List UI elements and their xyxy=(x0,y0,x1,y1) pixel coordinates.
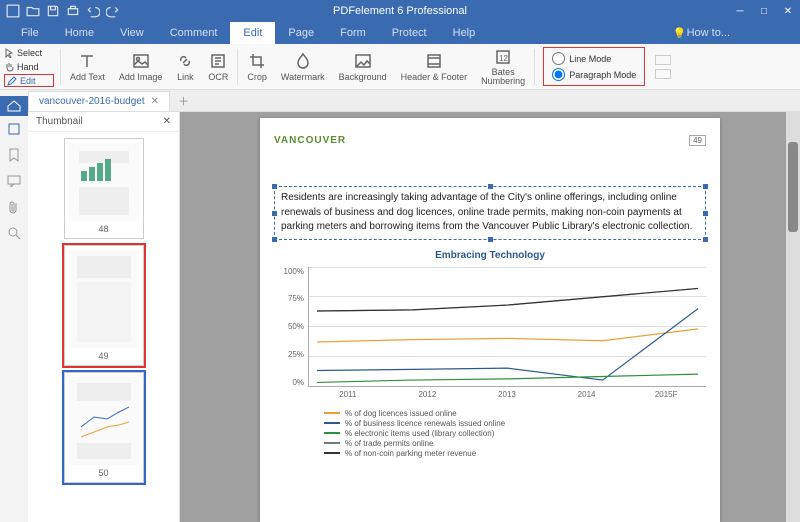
background-button[interactable]: Background xyxy=(332,50,394,84)
hand-tool[interactable]: Hand xyxy=(4,60,54,73)
thumbnail-49[interactable]: 49 xyxy=(64,245,144,366)
menu-comment[interactable]: Comment xyxy=(157,22,231,44)
align-opt-2[interactable] xyxy=(655,69,671,79)
align-opt-1[interactable] xyxy=(655,55,671,65)
home-button[interactable] xyxy=(0,96,28,116)
thumbnail-50[interactable]: 50 xyxy=(64,372,144,483)
howto-link[interactable]: 💡 How to... xyxy=(673,22,730,44)
comment-icon[interactable] xyxy=(4,168,24,194)
chart-legend: % of dog licences issued online% of busi… xyxy=(324,409,706,458)
menu-form[interactable]: Form xyxy=(327,22,379,44)
menubar: File Home View Comment Edit Page Form Pr… xyxy=(0,22,800,44)
iconbar xyxy=(0,90,28,522)
align-options xyxy=(655,55,671,79)
page: VANCOUVER 49 Residents are increasingly … xyxy=(260,118,720,522)
brand-label: VANCOUVER xyxy=(274,135,346,146)
editing-text-box[interactable]: Residents are increasingly taking advant… xyxy=(274,186,706,240)
print-icon[interactable] xyxy=(66,4,80,18)
thumbnail-panel-icon[interactable] xyxy=(4,116,24,142)
new-tab-button[interactable]: ＋ xyxy=(170,93,197,109)
document-tab-label: vancouver-2016-budget xyxy=(39,96,145,107)
menu-file[interactable]: File xyxy=(8,22,52,44)
paragraph-text[interactable]: Residents are increasingly taking advant… xyxy=(281,192,692,232)
attachment-icon[interactable] xyxy=(4,194,24,220)
watermark-button[interactable]: Watermark xyxy=(274,50,332,84)
menu-view[interactable]: View xyxy=(107,22,157,44)
select-tool[interactable]: Select xyxy=(4,46,54,59)
close-button[interactable]: ✕ xyxy=(780,4,796,18)
scrollbar[interactable] xyxy=(786,112,800,522)
maximize-button[interactable]: □ xyxy=(756,4,772,18)
add-text-button[interactable]: Add Text xyxy=(63,50,112,84)
close-thumbnail-icon[interactable]: ✕ xyxy=(163,116,171,127)
thumbnail-title: Thumbnail xyxy=(36,116,83,127)
y-axis: 100% 75% 50% 25% 0% xyxy=(274,267,308,387)
save-icon[interactable] xyxy=(46,4,60,18)
thumbnail-panel: Thumbnail ✕ 48 49 50 xyxy=(28,112,180,522)
redo-icon[interactable] xyxy=(106,4,120,18)
line-mode-radio[interactable]: Line Mode xyxy=(552,52,636,65)
menu-page[interactable]: Page xyxy=(275,22,327,44)
chart: Embracing Technology 100% 75% 50% 25% 0% xyxy=(274,250,706,458)
x-axis: 2011 2012 2013 2014 2015F xyxy=(308,387,706,399)
open-icon[interactable] xyxy=(26,4,40,18)
paragraph-mode-radio[interactable]: Paragraph Mode xyxy=(552,68,636,81)
page-number: 49 xyxy=(689,135,706,146)
plot-area xyxy=(308,267,706,387)
document-tab[interactable]: vancouver-2016-budget ✕ xyxy=(28,91,170,111)
menu-home[interactable]: Home xyxy=(52,22,107,44)
app-title: PDFelement 6 Professional xyxy=(333,5,467,17)
bookmark-icon[interactable] xyxy=(4,142,24,168)
document-tabbar: vancouver-2016-budget ✕ ＋ xyxy=(28,90,800,112)
ribbon: Select Hand Edit Add Text Add Image Link… xyxy=(0,44,800,90)
svg-text:12: 12 xyxy=(499,54,508,63)
close-tab-icon[interactable]: ✕ xyxy=(151,96,159,107)
menu-help[interactable]: Help xyxy=(440,22,489,44)
edit-tool[interactable]: Edit xyxy=(4,74,54,87)
menu-protect[interactable]: Protect xyxy=(379,22,440,44)
document-viewer[interactable]: VANCOUVER 49 Residents are increasingly … xyxy=(180,112,800,522)
thumbnail-48[interactable]: 48 xyxy=(64,138,144,239)
undo-icon[interactable] xyxy=(86,4,100,18)
bates-numbering-button[interactable]: 12Bates Numbering xyxy=(474,46,532,88)
menu-edit[interactable]: Edit xyxy=(230,22,275,44)
chart-title: Embracing Technology xyxy=(274,250,706,261)
edit-mode-group: Line Mode Paragraph Mode xyxy=(543,47,645,86)
app-icon xyxy=(6,4,20,18)
titlebar: PDFelement 6 Professional ─ □ ✕ xyxy=(0,0,800,22)
crop-button[interactable]: Crop xyxy=(240,50,274,84)
ocr-button[interactable]: OCR xyxy=(201,50,235,84)
link-button[interactable]: Link xyxy=(169,50,201,84)
add-image-button[interactable]: Add Image xyxy=(112,50,170,84)
header-footer-button[interactable]: Header & Footer xyxy=(394,50,475,84)
search-icon[interactable] xyxy=(4,220,24,246)
minimize-button[interactable]: ─ xyxy=(732,4,748,18)
